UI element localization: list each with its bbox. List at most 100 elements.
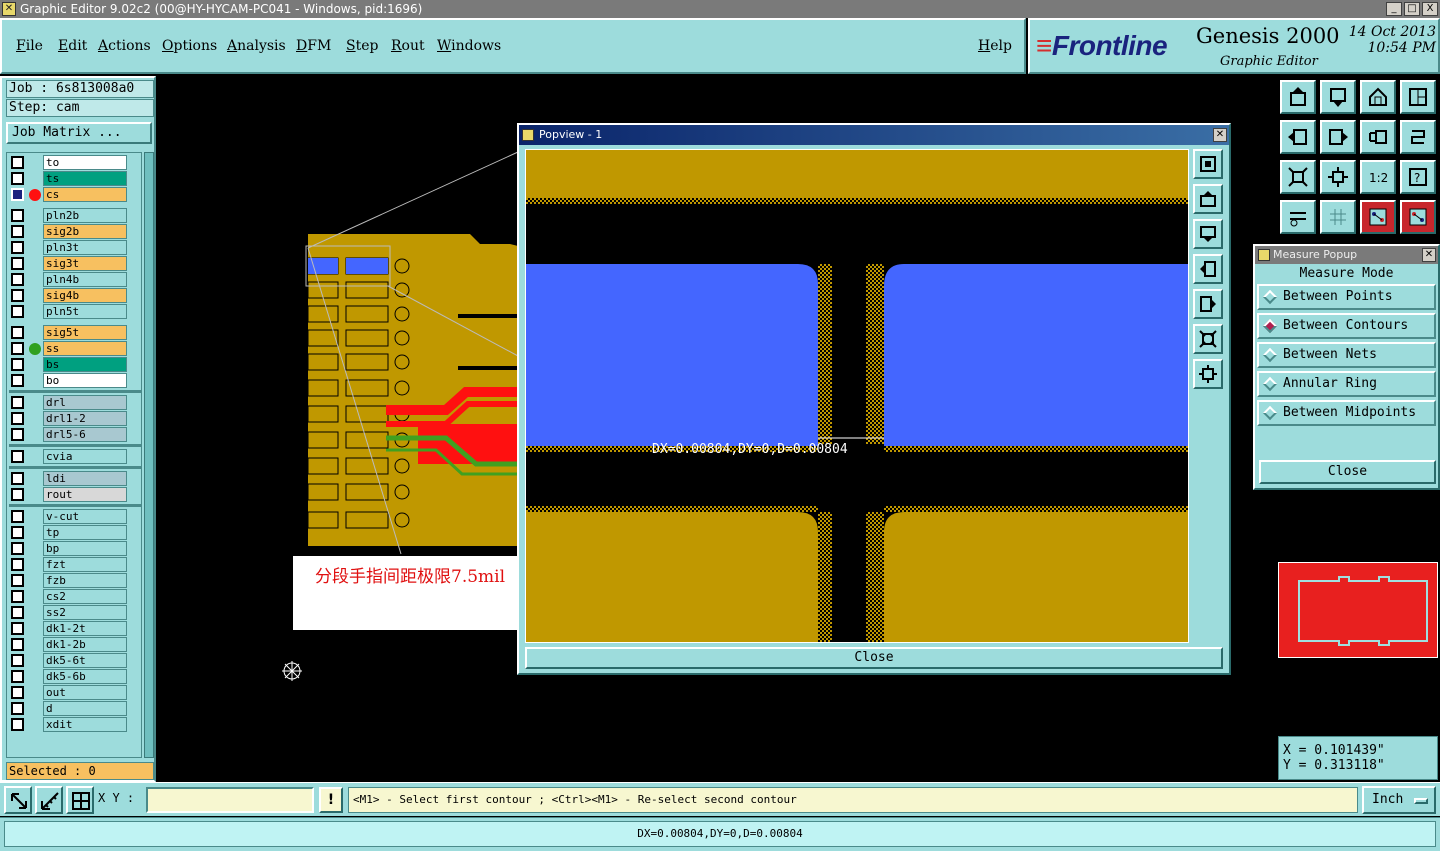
measure-option-between-contours[interactable]: Between Contours	[1257, 313, 1436, 339]
grid-icon[interactable]	[1320, 200, 1356, 234]
layer-item-dk1-2b[interactable]: dk1-2b	[9, 637, 129, 652]
layer-checkbox[interactable]	[11, 558, 24, 571]
zoom-fit-icon[interactable]	[1280, 160, 1316, 194]
layer-checkbox[interactable]	[11, 412, 24, 425]
minimize-button[interactable]: _	[1386, 2, 1402, 16]
layer-item-out[interactable]: out	[9, 685, 129, 700]
layer-item-bs[interactable]: bs	[9, 357, 129, 372]
maximize-button[interactable]: □	[1404, 2, 1420, 16]
layer-item-dk1-2t[interactable]: dk1-2t	[9, 621, 129, 636]
layer-item-bo[interactable]: bo	[9, 373, 129, 388]
layer-item-drl5-6[interactable]: drl5-6	[9, 427, 129, 442]
layer-checkbox[interactable]	[11, 273, 24, 286]
layer-checkbox[interactable]	[11, 342, 24, 355]
help-icon[interactable]: ?	[1400, 160, 1436, 194]
layer-checkbox[interactable]	[11, 156, 24, 169]
layer-item-fzb[interactable]: fzb	[9, 573, 129, 588]
measure-option-between-points[interactable]: Between Points	[1257, 284, 1436, 310]
center-icon[interactable]	[1320, 160, 1356, 194]
layer-item-cvia[interactable]: cvia	[9, 449, 129, 464]
pan-left-icon[interactable]	[1280, 120, 1316, 154]
select-arrow-icon[interactable]	[4, 786, 32, 814]
overview-minimap[interactable]	[1278, 562, 1438, 658]
layer-item-fzt[interactable]: fzt	[9, 557, 129, 572]
layer-item-pln4b[interactable]: pln4b	[9, 272, 129, 287]
pv-zoom-fit-icon[interactable]	[1193, 324, 1223, 354]
layer-item-cs[interactable]: cs	[9, 187, 129, 202]
menu-options[interactable]: Options	[162, 38, 217, 54]
menu-actions[interactable]: Actions	[98, 38, 151, 54]
pv-zoom-in-icon[interactable]	[1193, 149, 1223, 179]
job-matrix-button[interactable]: Job Matrix ...	[6, 122, 152, 144]
layer-item-v-cut[interactable]: v-cut	[9, 509, 129, 524]
layer-item-ts[interactable]: ts	[9, 171, 129, 186]
layer-checkbox[interactable]	[11, 358, 24, 371]
layer-item-ldi[interactable]: ldi	[9, 471, 129, 486]
layer-item-to[interactable]: to	[9, 155, 129, 170]
layer-item-drl[interactable]: drl	[9, 395, 129, 410]
layer-checkbox[interactable]	[11, 718, 24, 731]
layer-checkbox[interactable]	[11, 225, 24, 238]
layer-checkbox[interactable]	[11, 510, 24, 523]
layer-item-pln3t[interactable]: pln3t	[9, 240, 129, 255]
menu-dfm[interactable]: DFM	[296, 38, 331, 54]
home-top-icon[interactable]	[1280, 80, 1316, 114]
layer-checkbox[interactable]	[11, 526, 24, 539]
menu-windows[interactable]: Windows	[437, 38, 501, 54]
grid-snap-icon[interactable]	[66, 786, 94, 814]
layer-checkbox[interactable]	[11, 472, 24, 485]
menu-edit[interactable]: Edit	[58, 38, 87, 54]
layer-item-sig4b[interactable]: sig4b	[9, 288, 129, 303]
scale-1-2-icon[interactable]: 1:2	[1360, 160, 1396, 194]
pv-pan-up-icon[interactable]	[1193, 184, 1223, 214]
layer-checkbox[interactable]	[11, 488, 24, 501]
measure-option-annular-ring[interactable]: Annular Ring	[1257, 371, 1436, 397]
layer-checkbox[interactable]	[11, 374, 24, 387]
layer-checkbox[interactable]	[11, 654, 24, 667]
window-icon[interactable]	[1400, 80, 1436, 114]
layer-item-pln2b[interactable]: pln2b	[9, 208, 129, 223]
layer-checkbox[interactable]	[11, 209, 24, 222]
layer-item-dk5-6t[interactable]: dk5-6t	[9, 653, 129, 668]
pv-zoom-out-icon[interactable]	[1193, 359, 1223, 389]
layer-item-bp[interactable]: bp	[9, 541, 129, 556]
popview-close-button[interactable]: Close	[525, 647, 1223, 669]
layer-item-xdit[interactable]: xdit	[9, 717, 129, 732]
popview-close-icon[interactable]: ✕	[1213, 128, 1227, 142]
menu-help[interactable]: Help	[978, 38, 1012, 54]
layer-checkbox[interactable]	[11, 606, 24, 619]
popview-canvas[interactable]: DX=0.00804,DY=0,D=0.00804	[525, 149, 1189, 643]
layer-checkbox[interactable]	[11, 326, 24, 339]
layer-item-sig3t[interactable]: sig3t	[9, 256, 129, 271]
xy-input[interactable]	[146, 787, 314, 813]
layer-checkbox[interactable]	[11, 289, 24, 302]
layer-item-sig5t[interactable]: sig5t	[9, 325, 129, 340]
measure-close-icon[interactable]: ✕	[1422, 248, 1436, 262]
home-icon[interactable]	[1360, 80, 1396, 114]
layer-item-tp[interactable]: tp	[9, 525, 129, 540]
layer-checkbox[interactable]	[11, 188, 24, 201]
layer-item-ss2[interactable]: ss2	[9, 605, 129, 620]
layer-checkbox[interactable]	[11, 686, 24, 699]
measure-option-between-midpoints[interactable]: Between Midpoints	[1257, 400, 1436, 426]
tools-icon[interactable]	[1280, 200, 1316, 234]
layer-checkbox[interactable]	[11, 702, 24, 715]
measure-close-button[interactable]: Close	[1259, 460, 1436, 484]
layer-item-d[interactable]: d	[9, 701, 129, 716]
layer-checkbox[interactable]	[11, 450, 24, 463]
layer-checkbox[interactable]	[11, 172, 24, 185]
layer-list-scrollbar[interactable]	[144, 152, 154, 758]
layer-item-drl1-2[interactable]: drl1-2	[9, 411, 129, 426]
layer-checkbox[interactable]	[11, 396, 24, 409]
layer-checkbox[interactable]	[11, 542, 24, 555]
layer-checkbox[interactable]	[11, 638, 24, 651]
layer-red-icon[interactable]	[1360, 200, 1396, 234]
layer-item-ss[interactable]: ss	[9, 341, 129, 356]
layer-checkbox[interactable]	[11, 428, 24, 441]
pan-down-icon[interactable]	[1320, 80, 1356, 114]
snake-icon[interactable]	[1400, 120, 1436, 154]
layer-item-sig2b[interactable]: sig2b	[9, 224, 129, 239]
pv-pan-right-icon[interactable]	[1193, 289, 1223, 319]
layer-checkbox[interactable]	[11, 574, 24, 587]
layer-checkbox[interactable]	[11, 622, 24, 635]
